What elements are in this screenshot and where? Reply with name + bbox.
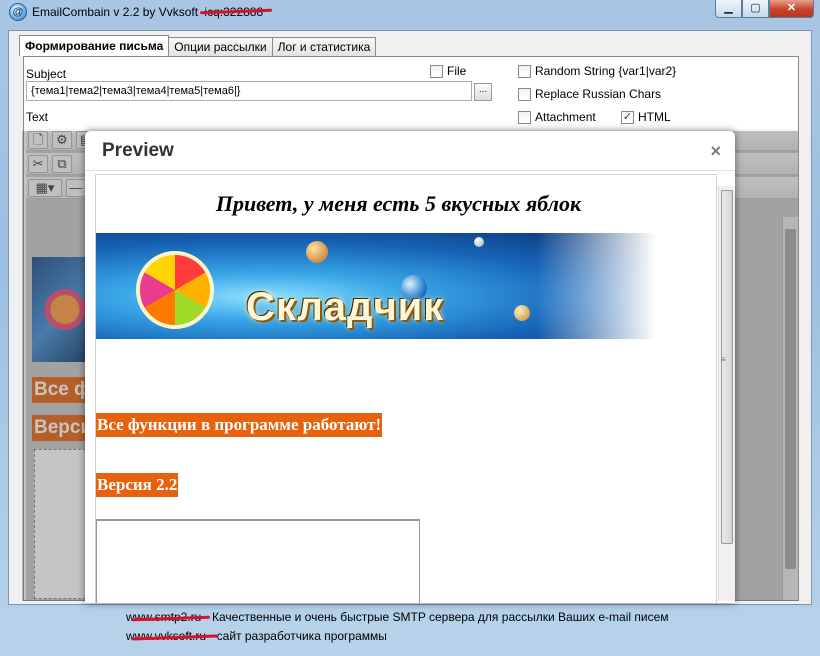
footer-text-developer: - сайт разработчика программы — [206, 629, 387, 643]
html-label: HTML — [638, 110, 671, 124]
preview-header: Preview × — [85, 131, 735, 171]
tab-strip: Формирование письма Опции рассылки Лог и… — [19, 35, 377, 56]
small-planet-graphic — [474, 237, 484, 247]
preview-dialog: Preview × Привет, у меня есть 5 вкусных … — [85, 131, 735, 603]
tab-log-stats[interactable]: Лог и статистика — [271, 37, 377, 56]
attachment-label: Attachment — [535, 110, 596, 124]
close-window-button[interactable]: ✕ — [769, 0, 814, 18]
moon-graphic — [514, 305, 530, 321]
email-heading: Привет, у меня есть 5 вкусных яблок — [215, 191, 582, 216]
maximize-button[interactable]: ▢ — [742, 0, 769, 18]
email-empty-box — [96, 519, 420, 603]
email-line-version: Версия 2.2 — [96, 473, 179, 497]
random-string-label: Random String {var1|var2} — [535, 64, 677, 78]
preview-scrollbar[interactable]: ≡ — [718, 186, 735, 601]
preview-close-icon[interactable]: × — [710, 141, 721, 162]
attachment-checkbox[interactable]: Attachment — [518, 110, 596, 124]
window-title-text: EmailCombain v 2.2 by Vvksoft — [32, 5, 199, 19]
preview-title: Preview — [102, 140, 174, 161]
random-string-checkbox[interactable]: Random String {var1|var2} — [518, 64, 676, 78]
replace-russian-checkbox[interactable]: Replace Russian Chars — [518, 87, 661, 101]
replace-russian-checkbox-box[interactable] — [518, 87, 531, 101]
email-line-functions: Все функции в программе работают! — [96, 413, 383, 437]
subject-label: Subject — [26, 67, 67, 81]
preview-scroll-thumb[interactable] — [721, 190, 733, 544]
window-controls: ▁ ▢ ✕ — [715, 0, 814, 18]
subject-browse-button[interactable]: ... — [474, 83, 492, 101]
tab-mailing-options[interactable]: Опции рассылки — [168, 37, 273, 56]
file-checkbox[interactable]: File — [430, 64, 466, 78]
banner-fade — [536, 233, 656, 339]
html-checkbox-box[interactable]: ✓ — [621, 110, 634, 124]
planet-graphic — [306, 241, 328, 263]
replace-russian-label: Replace Russian Chars — [535, 87, 662, 101]
html-checkbox[interactable]: ✓ HTML — [621, 110, 671, 124]
title-bar: @ EmailCombain v 2.2 by Vvksoft icq:3228… — [0, 0, 820, 26]
footer-text-smtp: - Качественные и очень быстрые SMTP серв… — [201, 610, 669, 624]
citrus-slice-graphic — [136, 251, 214, 329]
file-checkbox-box[interactable] — [430, 64, 443, 78]
file-checkbox-label: File — [447, 64, 467, 78]
attachment-checkbox-box[interactable] — [518, 110, 531, 124]
subject-input[interactable]: {тема1|тема2|тема3|тема4|тема5|тема6|} — [26, 81, 472, 101]
banner-brand-text: Складчик — [246, 285, 445, 329]
scroll-grip-icon: ≡ — [721, 355, 726, 364]
text-label: Text — [26, 110, 49, 124]
preview-frame: Привет, у меня есть 5 вкусных яблок Скла… — [95, 174, 717, 603]
minimize-button[interactable]: ▁ — [715, 0, 742, 18]
preview-body: Привет, у меня есть 5 вкусных яблок Скла… — [85, 172, 735, 603]
tab-compose[interactable]: Формирование письма — [19, 35, 170, 56]
random-string-checkbox-box[interactable] — [518, 64, 531, 78]
app-icon: @ — [9, 3, 27, 21]
